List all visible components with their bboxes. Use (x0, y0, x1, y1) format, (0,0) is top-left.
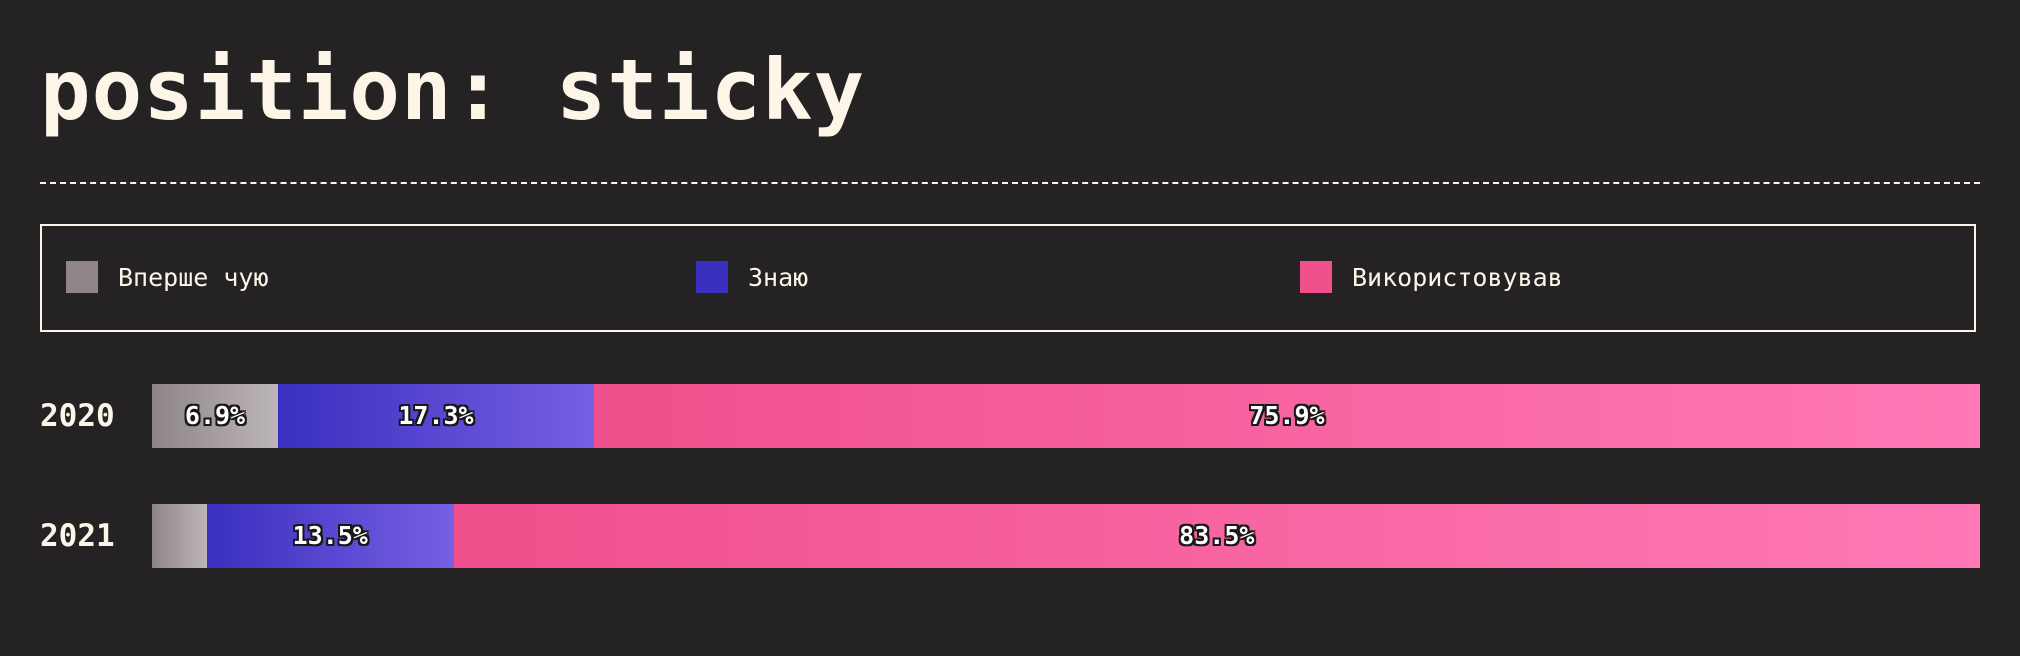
legend-item-used[interactable]: Використовував (1300, 260, 1563, 294)
legend-swatch-first-hear (66, 261, 98, 293)
data-label-2021-used: 83.5% (1179, 521, 1255, 550)
data-label-2020-used: 75.9% (1249, 401, 1325, 430)
legend-item-first-hear[interactable]: Вперше чую (66, 260, 269, 294)
data-label-2020-know: 17.3% (398, 401, 474, 430)
chart-title: position: sticky (40, 41, 866, 139)
title-divider (40, 182, 1980, 184)
legend-swatch-used (1300, 261, 1332, 293)
bar-2020: 6.9% 17.3% 75.9% (152, 384, 1981, 448)
bar-segment-2021-first-hear[interactable] (152, 504, 208, 568)
row-label-2021: 2021 (40, 518, 115, 554)
data-label-2021-know: 13.5% (292, 521, 368, 550)
legend-swatch-know (696, 261, 728, 293)
legend-label-first-hear: Вперше чую (118, 262, 269, 292)
bar-2021: 13.5% 83.5% (152, 504, 1981, 568)
legend-item-know[interactable]: Знаю (696, 260, 808, 294)
data-label-2020-first-hear: 6.9% (184, 401, 246, 430)
legend: Вперше чую Знаю Використовував (40, 224, 1976, 332)
legend-label-know: Знаю (748, 262, 809, 292)
legend-label-used: Використовував (1352, 262, 1563, 292)
row-label-2020: 2020 (40, 398, 115, 434)
